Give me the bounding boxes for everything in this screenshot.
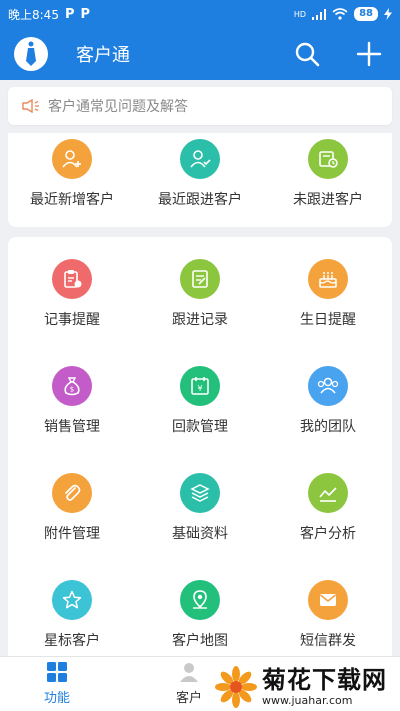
layers-icon <box>180 473 220 513</box>
tile-recent-followed-customers[interactable]: 最近跟进客户 <box>136 139 264 209</box>
notification-icon: P <box>64 6 75 22</box>
tile-label: 短信群发 <box>300 633 356 649</box>
tile-label: 最近跟进客户 <box>158 192 242 208</box>
notification-icon: P <box>80 6 91 22</box>
hd-indicator: HD <box>293 9 307 19</box>
charging-icon <box>384 8 392 20</box>
user-icon <box>180 663 198 682</box>
watermark-name: 菊花下载网 <box>262 665 387 694</box>
battery-icon: 88 <box>354 7 378 21</box>
quick-customer-panel: 最近新增客户 最近跟进客户 未跟进客户 <box>8 133 392 227</box>
tile-label: 未跟进客户 <box>293 192 363 208</box>
tab-functions[interactable]: 功能 <box>44 661 70 706</box>
tile-label: 回款管理 <box>172 419 228 435</box>
tie-icon <box>26 41 36 66</box>
faq-notice[interactable]: 客户通常见问题及解答 <box>8 87 392 125</box>
tile-label: 销售管理 <box>44 419 100 435</box>
tab-label: 客户 <box>176 691 203 706</box>
money-bag-icon: $ <box>52 366 92 406</box>
team-icon <box>308 366 348 406</box>
tile-label: 记事提醒 <box>44 312 100 328</box>
tile-label: 附件管理 <box>44 526 100 542</box>
tile-label: 我的团队 <box>300 419 356 435</box>
tile-label: 客户地图 <box>172 633 228 649</box>
tile-label: 跟进记录 <box>172 312 228 328</box>
tile-label: 基础资料 <box>172 526 228 542</box>
cake-icon <box>308 259 348 299</box>
speaker-icon <box>22 99 39 113</box>
follow-user-icon <box>180 139 220 179</box>
tile-payment-management[interactable]: ¥ 回款管理 <box>136 366 264 436</box>
faq-notice-text: 客户通常见问题及解答 <box>48 99 188 115</box>
add-user-icon <box>52 139 92 179</box>
tile-follow-records[interactable]: 跟进记录 <box>136 259 264 329</box>
tile-label: 最近新增客户 <box>30 192 114 208</box>
app-bar: 客户通 <box>0 28 400 80</box>
page-title: 客户通 <box>76 45 130 66</box>
tile-customer-analysis[interactable]: 客户分析 <box>264 473 392 543</box>
tile-label: 生日提醒 <box>300 312 356 328</box>
status-bar: 晚上8:45 P P HD 88 <box>0 0 400 28</box>
status-time: 晚上8:45 <box>8 7 59 22</box>
tile-my-team[interactable]: 我的团队 <box>264 366 392 436</box>
map-pin-icon <box>180 580 220 620</box>
tile-base-data[interactable]: 基础资料 <box>136 473 264 543</box>
search-icon[interactable] <box>294 41 320 67</box>
signal-icon <box>312 8 327 20</box>
tile-starred-customers[interactable]: 星标客户 <box>8 580 136 650</box>
chrysanthemum-logo-icon <box>215 665 257 708</box>
svg-text:$: $ <box>70 386 74 394</box>
tile-birthday-reminder[interactable]: 生日提醒 <box>264 259 392 329</box>
trend-chart-icon <box>308 473 348 513</box>
plus-icon[interactable] <box>356 41 382 67</box>
watermark: 菊花下载网 www.juahar.com <box>214 662 400 711</box>
tile-customer-map[interactable]: 客户地图 <box>136 580 264 650</box>
tile-label: 星标客户 <box>44 633 100 649</box>
tab-customers[interactable]: 客户 <box>176 661 202 706</box>
record-edit-icon <box>180 259 220 299</box>
tile-attachment-management[interactable]: 附件管理 <box>8 473 136 543</box>
star-icon <box>52 580 92 620</box>
tile-label: 客户分析 <box>300 526 356 542</box>
envelope-icon <box>308 580 348 620</box>
wifi-icon <box>332 8 348 20</box>
app-logo[interactable] <box>14 37 48 71</box>
features-panel: 记事提醒 跟进记录 生日提醒 $ 销售管理 ¥ 回款管理 我的团队 附件管理 基… <box>8 237 392 667</box>
tile-memo-reminder[interactable]: 记事提醒 <box>8 259 136 329</box>
grid-icon <box>47 662 67 682</box>
watermark-url: www.juahar.com <box>262 693 353 707</box>
tile-recent-new-customers[interactable]: 最近新增客户 <box>8 139 136 209</box>
svg-text:¥: ¥ <box>197 384 202 393</box>
tile-sms-broadcast[interactable]: 短信群发 <box>264 580 392 650</box>
yen-calendar-icon: ¥ <box>180 366 220 406</box>
paperclip-icon <box>52 473 92 513</box>
tab-label: 功能 <box>44 691 71 706</box>
tile-sales-management[interactable]: $ 销售管理 <box>8 366 136 436</box>
tile-not-followed-customers[interactable]: 未跟进客户 <box>264 139 392 209</box>
clipboard-icon <box>52 259 92 299</box>
calendar-clock-icon <box>308 139 348 179</box>
